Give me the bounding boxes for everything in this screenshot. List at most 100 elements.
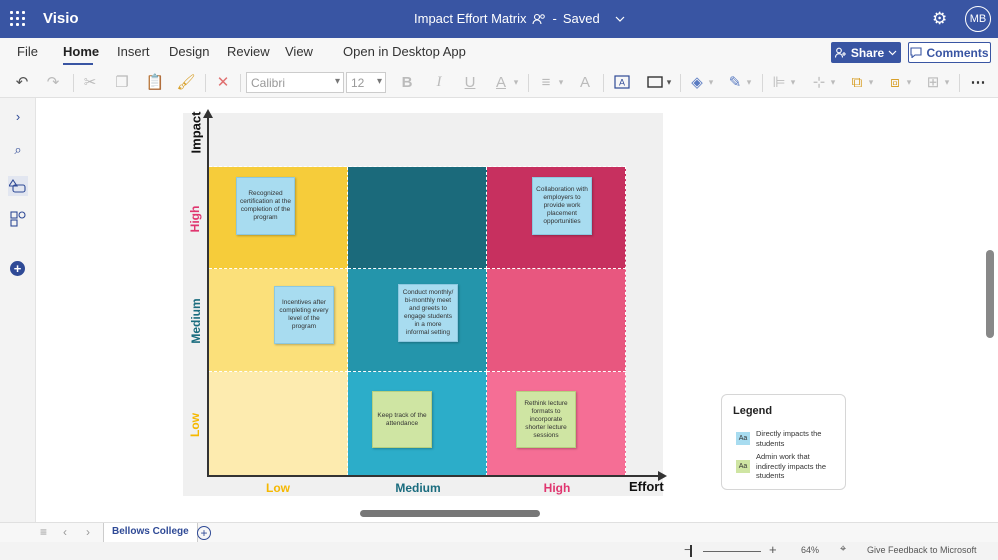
chevron-down-icon[interactable]: ▾ (511, 72, 521, 92)
next-page-chevron-icon[interactable]: › (86, 525, 90, 539)
position-icon[interactable]: ⊹ (810, 72, 828, 92)
add-icon[interactable]: + (10, 261, 25, 276)
comment-icon (910, 47, 923, 58)
x-level-high: High (543, 481, 571, 495)
sticky-note[interactable]: Conduct monthly/ bi-monthly meet and gre… (398, 284, 458, 342)
legend-swatch-blue: Aa (736, 432, 750, 445)
paste-icon[interactable]: 📋 (145, 72, 165, 92)
text-box-icon[interactable]: A (612, 72, 632, 92)
document-title[interactable]: Impact Effort Matrix (414, 11, 526, 26)
chevron-down-icon[interactable]: ▾ (744, 72, 754, 92)
chevron-down-icon: ▾ (334, 76, 340, 87)
cut-icon[interactable]: ✂ (80, 72, 100, 92)
y-axis-arrow (203, 109, 213, 118)
app-name[interactable]: Visio (43, 10, 79, 27)
y-axis-title: Impact (188, 111, 204, 154)
divider (603, 74, 604, 92)
undo-icon[interactable]: ↶ (12, 72, 32, 92)
font-color-button[interactable]: A (492, 72, 510, 92)
tab-insert[interactable]: Insert (117, 44, 150, 59)
shared-users-icon (532, 13, 546, 24)
chevron-down-icon[interactable]: ▾ (556, 72, 566, 92)
open-in-desktop-app[interactable]: Open in Desktop App (343, 44, 466, 59)
y-axis-line (207, 117, 209, 476)
text-size-icon[interactable]: A (576, 72, 594, 92)
horizontal-scrollbar[interactable] (360, 510, 540, 517)
comments-button[interactable]: Comments (908, 42, 991, 63)
app-launcher-icon[interactable] (10, 11, 26, 27)
fill-color-icon[interactable]: ◈ (688, 72, 706, 92)
title-separator: - (552, 11, 557, 26)
size-icon[interactable]: ⊞ (924, 72, 942, 92)
zoom-slider-track[interactable] (703, 551, 761, 552)
sticky-note[interactable]: Collaboration with employers to provide … (532, 177, 592, 235)
legend-swatch-green: Aa (736, 460, 750, 473)
matrix-cell[interactable] (209, 372, 348, 476)
tab-file[interactable]: File (17, 44, 38, 59)
share-button[interactable]: Share (831, 42, 901, 63)
chevron-down-icon[interactable]: ▾ (664, 72, 674, 92)
font-name-select[interactable]: Calibri ▾ (246, 72, 344, 93)
zoom-in-button[interactable]: + (769, 542, 777, 557)
align-shapes-icon[interactable]: ⊫ (770, 72, 788, 92)
zoom-level[interactable]: 64% (801, 545, 819, 555)
shapes-icon[interactable] (8, 176, 28, 196)
sticky-note[interactable]: Recognized certification at the completi… (236, 177, 295, 235)
page-list-menu-icon[interactable]: ≡ (40, 525, 47, 539)
chevron-down-icon[interactable] (614, 15, 626, 23)
divider (680, 74, 681, 92)
zoom-slider-thumb[interactable] (690, 545, 692, 557)
chevron-down-icon[interactable]: ▾ (706, 72, 716, 92)
user-avatar[interactable]: MB (965, 6, 991, 32)
ribbon-toolbar: ↶ ↷ ✂ ❐ 📋 🖌 ✕ Calibri ▾ 12 ▾ B I U A ▾ ≡… (0, 66, 998, 98)
shape-icon[interactable] (645, 72, 665, 92)
format-painter-icon[interactable]: 🖌 (176, 72, 196, 92)
y-level-medium: Medium (189, 298, 203, 344)
sticky-note[interactable]: Rethink lecture formats to incorporate s… (516, 391, 576, 448)
matrix-cell[interactable] (348, 167, 487, 269)
legend-label: Admin work that indirectly impacts the s… (756, 452, 827, 480)
underline-button[interactable]: U (461, 72, 479, 92)
sticky-note[interactable]: Incentives after completing every level … (274, 286, 334, 344)
more-options-icon[interactable]: ⋯ (968, 72, 988, 92)
y-level-low: Low (188, 413, 202, 437)
page-tab[interactable]: Bellows College (103, 523, 198, 543)
add-page-icon[interactable]: + (197, 526, 211, 540)
expand-panel-chevron-icon[interactable]: › (8, 106, 28, 126)
page-tabs-bar: ≡ ‹ › Bellows College + (0, 522, 998, 543)
settings-gear-icon[interactable]: ⚙ (932, 9, 947, 29)
document-title-group[interactable]: Impact Effort Matrix - Saved (414, 11, 626, 26)
diagram-parts-icon[interactable] (8, 209, 28, 229)
tab-review[interactable]: Review (227, 44, 270, 59)
fit-to-window-icon[interactable]: ⌖ (840, 543, 846, 556)
chevron-down-icon[interactable]: ▾ (904, 72, 914, 92)
svg-text:A: A (619, 78, 625, 88)
bold-button[interactable]: B (398, 72, 416, 92)
sticky-note[interactable]: Keep track of the attendance (372, 391, 432, 448)
chevron-down-icon[interactable]: ▾ (828, 72, 838, 92)
chevron-down-icon[interactable]: ▾ (866, 72, 876, 92)
chevron-down-icon[interactable]: ▾ (942, 72, 952, 92)
copy-icon[interactable]: ❐ (112, 72, 132, 92)
divider (959, 74, 960, 92)
give-feedback-link[interactable]: Give Feedback to Microsoft (867, 545, 977, 555)
save-status: Saved (562, 11, 600, 26)
italic-button[interactable]: I (430, 72, 448, 92)
group-icon[interactable]: ⧈ (886, 72, 904, 92)
matrix-cell[interactable] (487, 269, 626, 372)
tab-home[interactable]: Home (63, 44, 99, 59)
arrange-icon[interactable]: ⧉ (848, 72, 866, 92)
font-size-select[interactable]: 12 ▾ (346, 72, 386, 93)
tab-view[interactable]: View (285, 44, 313, 59)
previous-page-chevron-icon[interactable]: ‹ (63, 525, 67, 539)
legend[interactable]: Legend Aa Directly impacts the students … (721, 394, 846, 490)
delete-icon[interactable]: ✕ (213, 72, 233, 92)
redo-icon[interactable]: ↷ (43, 72, 63, 92)
tab-design[interactable]: Design (169, 44, 209, 59)
x-level-medium: Medium (395, 481, 441, 495)
align-text-icon[interactable]: ≡ (537, 72, 555, 92)
line-color-icon[interactable]: ✎ (726, 72, 744, 92)
chevron-down-icon[interactable]: ▾ (788, 72, 798, 92)
search-icon[interactable]: ⌕ (8, 140, 28, 160)
vertical-scrollbar[interactable] (986, 250, 994, 338)
